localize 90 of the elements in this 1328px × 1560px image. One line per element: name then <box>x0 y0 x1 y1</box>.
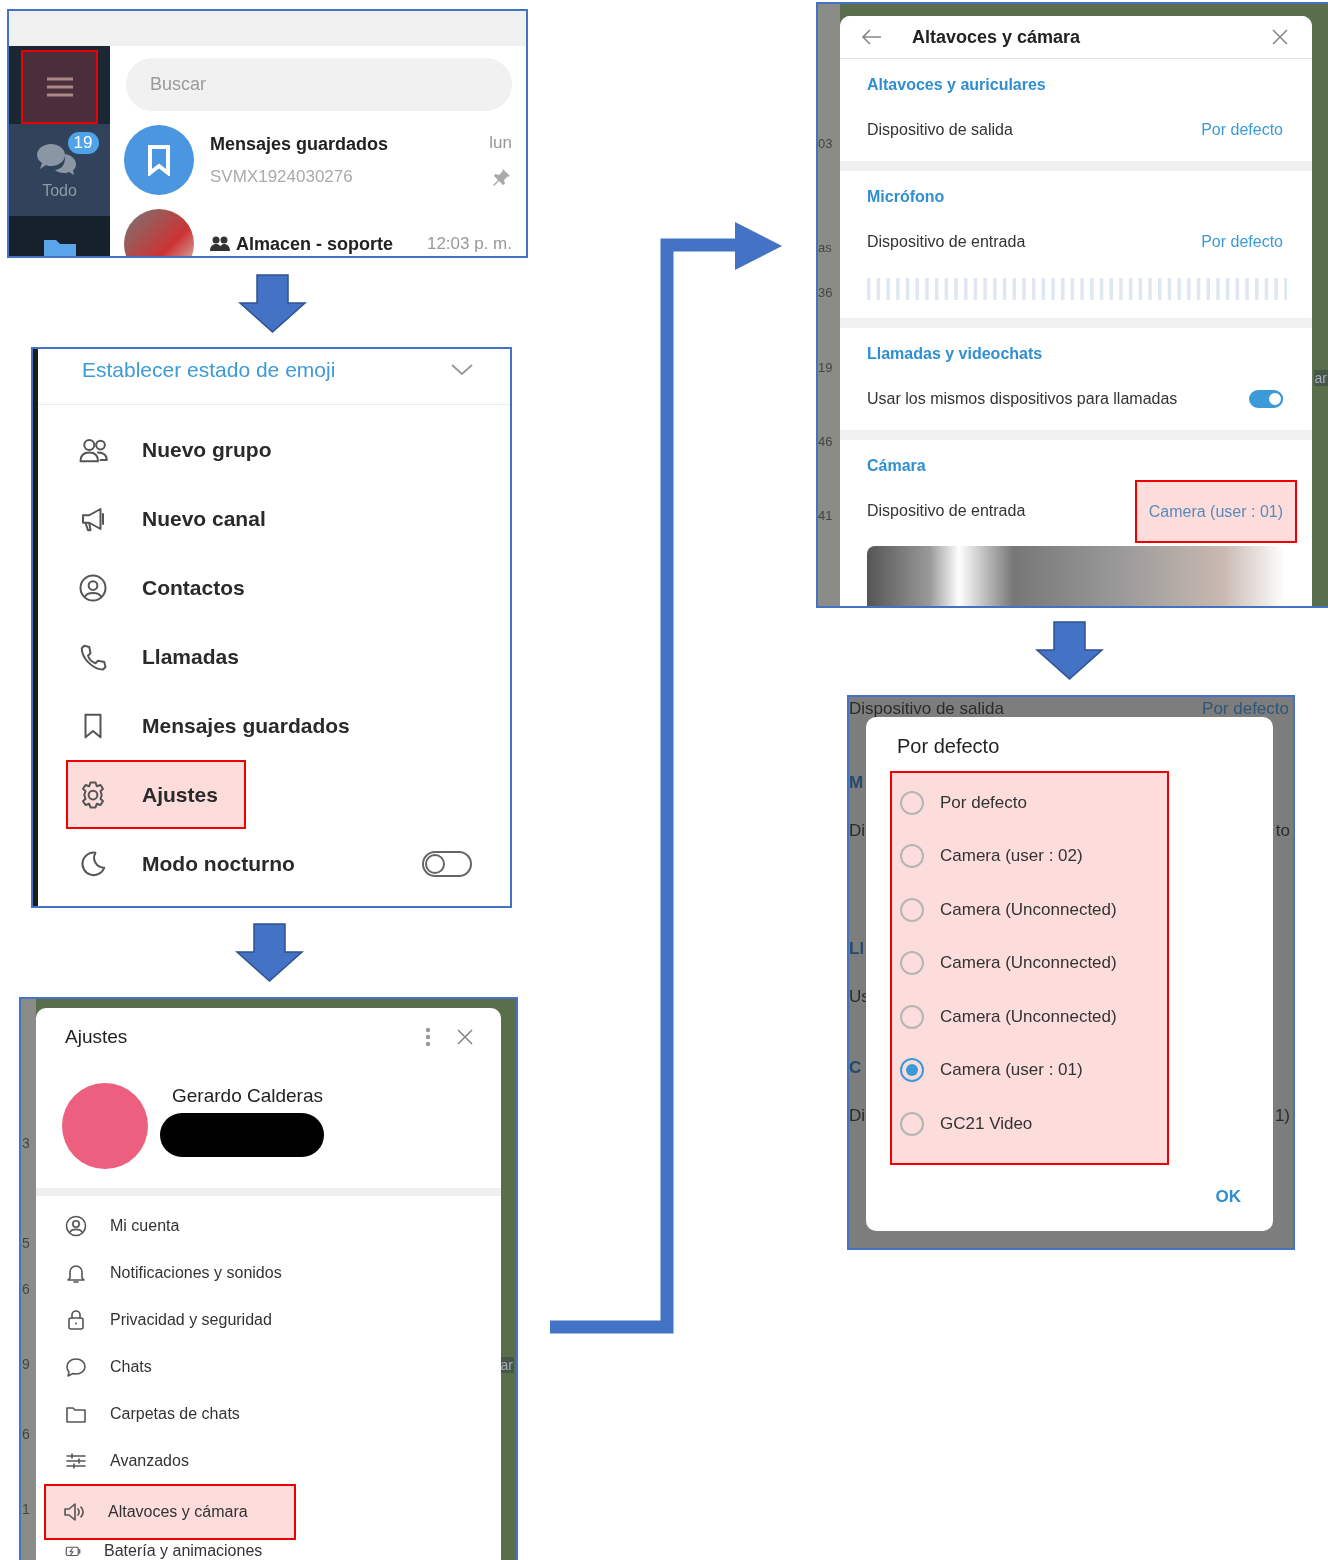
section-heading: Micrófono <box>867 187 946 207</box>
cut-off-text: 03 <box>818 136 833 151</box>
search-field[interactable]: Buscar <box>126 58 512 111</box>
section-heading: Cámara <box>867 456 927 476</box>
down-arrow <box>235 923 304 982</box>
chat-name: Almacen - soporte <box>236 233 394 255</box>
back-arrow-icon[interactable] <box>862 29 882 45</box>
option-label: Camera (user : 02) <box>940 846 1083 867</box>
chat-name: Mensajes guardados <box>210 133 389 155</box>
radio-button[interactable] <box>900 1111 924 1136</box>
setting-label: Dispositivo de salida <box>867 121 1013 139</box>
menu-icon <box>44 76 75 98</box>
menu-item[interactable]: Contactos <box>66 553 273 622</box>
down-arrow <box>1035 621 1104 680</box>
settings-item[interactable]: Mi cuenta <box>38 1202 212 1249</box>
dialog-title: Por defecto <box>896 734 1001 759</box>
chat-time: 12:03 p. m. <box>426 234 512 254</box>
cut-off-text: 5 <box>22 1235 30 1251</box>
toggle-switch[interactable] <box>422 850 472 877</box>
menu-item[interactable]: Nuevo canal <box>66 484 294 553</box>
option-label: Camera (user : 01) <box>940 1060 1083 1081</box>
menu-item[interactable]: Modo nocturno <box>66 829 474 898</box>
cut-off-text: C <box>849 1058 862 1078</box>
close-icon[interactable] <box>1272 29 1288 45</box>
cut-off-text: 46 <box>818 434 833 449</box>
setting-label: Dispositivo de entrada <box>867 502 1026 520</box>
cut-off-text: 41 <box>818 508 833 523</box>
cut-off-text: 1 <box>22 1501 30 1517</box>
section-heading: Altavoces y auriculares <box>867 75 1047 95</box>
option-label: GC21 Video <box>940 1113 1033 1134</box>
cut-off-text: 9 <box>22 1356 30 1372</box>
menu-button[interactable] <box>21 50 98 124</box>
cut-off-text: 36 <box>818 285 833 300</box>
radio-button[interactable] <box>900 844 924 869</box>
settings-item[interactable]: Batería y animaciones <box>38 1540 295 1560</box>
menu-item[interactable]: Mensajes guardados <box>66 691 378 760</box>
folder-label: Todo <box>42 182 77 200</box>
section-heading: Llamadas y videochats <box>867 344 1044 364</box>
chevron-down-icon <box>450 362 474 377</box>
cut-off-text: Ll <box>849 939 865 959</box>
bookmark-icon <box>147 144 171 176</box>
radio-button[interactable] <box>900 897 924 922</box>
cut-off-text: 3 <box>22 1135 30 1151</box>
settings-item[interactable]: Chats <box>38 1343 184 1390</box>
cut-off-text: Di <box>849 821 866 841</box>
cut-off-text: 6 <box>22 1426 30 1442</box>
profile-name: Gerardo Calderas <box>172 1085 324 1107</box>
unread-badge: 19 <box>67 132 99 154</box>
radio-button[interactable] <box>900 1004 924 1029</box>
down-arrow <box>238 274 307 333</box>
folder-tab[interactable]: 19 Todo <box>9 124 110 216</box>
setting-label: Usar los mismos dispositivos para llamadas <box>867 390 1178 408</box>
cut-off-text: ar <box>1313 370 1328 386</box>
menu-item[interactable]: Ajustes <box>66 760 246 829</box>
menu-item[interactable]: Llamadas <box>66 622 267 691</box>
ok-button[interactable]: OK <box>1213 1183 1243 1211</box>
cut-off-text: 1) <box>1274 1106 1290 1126</box>
setting-value: Por defecto <box>1202 699 1289 719</box>
setting-label: Dispositivo de salida <box>849 699 1004 719</box>
settings-item[interactable]: Avanzados <box>38 1437 221 1484</box>
more-icon[interactable] <box>425 1027 431 1047</box>
menu-item[interactable]: Nuevo grupo <box>66 415 300 484</box>
speaker-icon <box>62 1500 86 1524</box>
group-icon <box>210 236 230 252</box>
account-icon <box>64 1213 88 1238</box>
cut-off-text: Di <box>849 1106 866 1126</box>
cut-off-text: M <box>849 773 864 793</box>
option-label: Camera (Unconnected) <box>940 1006 1117 1027</box>
setting-label: Dispositivo de entrada <box>867 233 1026 251</box>
cut-off-text: 19 <box>818 360 833 375</box>
settings-item[interactable]: Privacidad y seguridad <box>38 1296 304 1343</box>
radio-button[interactable] <box>900 951 924 976</box>
chat-time: lun <box>489 133 512 153</box>
cut-off-text: to <box>1275 821 1290 841</box>
panel-title: Ajustes <box>65 1026 129 1048</box>
radio-button[interactable] <box>900 790 924 815</box>
contact-icon <box>78 572 108 603</box>
cut-off-text: as <box>818 240 832 255</box>
close-icon[interactable] <box>457 1029 473 1045</box>
cut-off-text: 6 <box>22 1281 30 1297</box>
option-label: Por defecto <box>940 792 1027 813</box>
settings-item[interactable]: Notificaciones y sonidos <box>38 1249 314 1296</box>
chat-preview: SVMX1924030276 <box>210 166 354 187</box>
option-label: Camera (Unconnected) <box>940 899 1117 920</box>
settings-item[interactable]: Carpetas de chats <box>38 1390 272 1437</box>
settings-item[interactable]: Altavoces y cámara <box>44 1484 296 1540</box>
toggle-switch[interactable] <box>1249 390 1283 408</box>
option-label: Camera (Unconnected) <box>940 953 1117 974</box>
radio-button[interactable] <box>900 1058 924 1083</box>
panel-title: Altavoces y cámara <box>912 26 1082 48</box>
